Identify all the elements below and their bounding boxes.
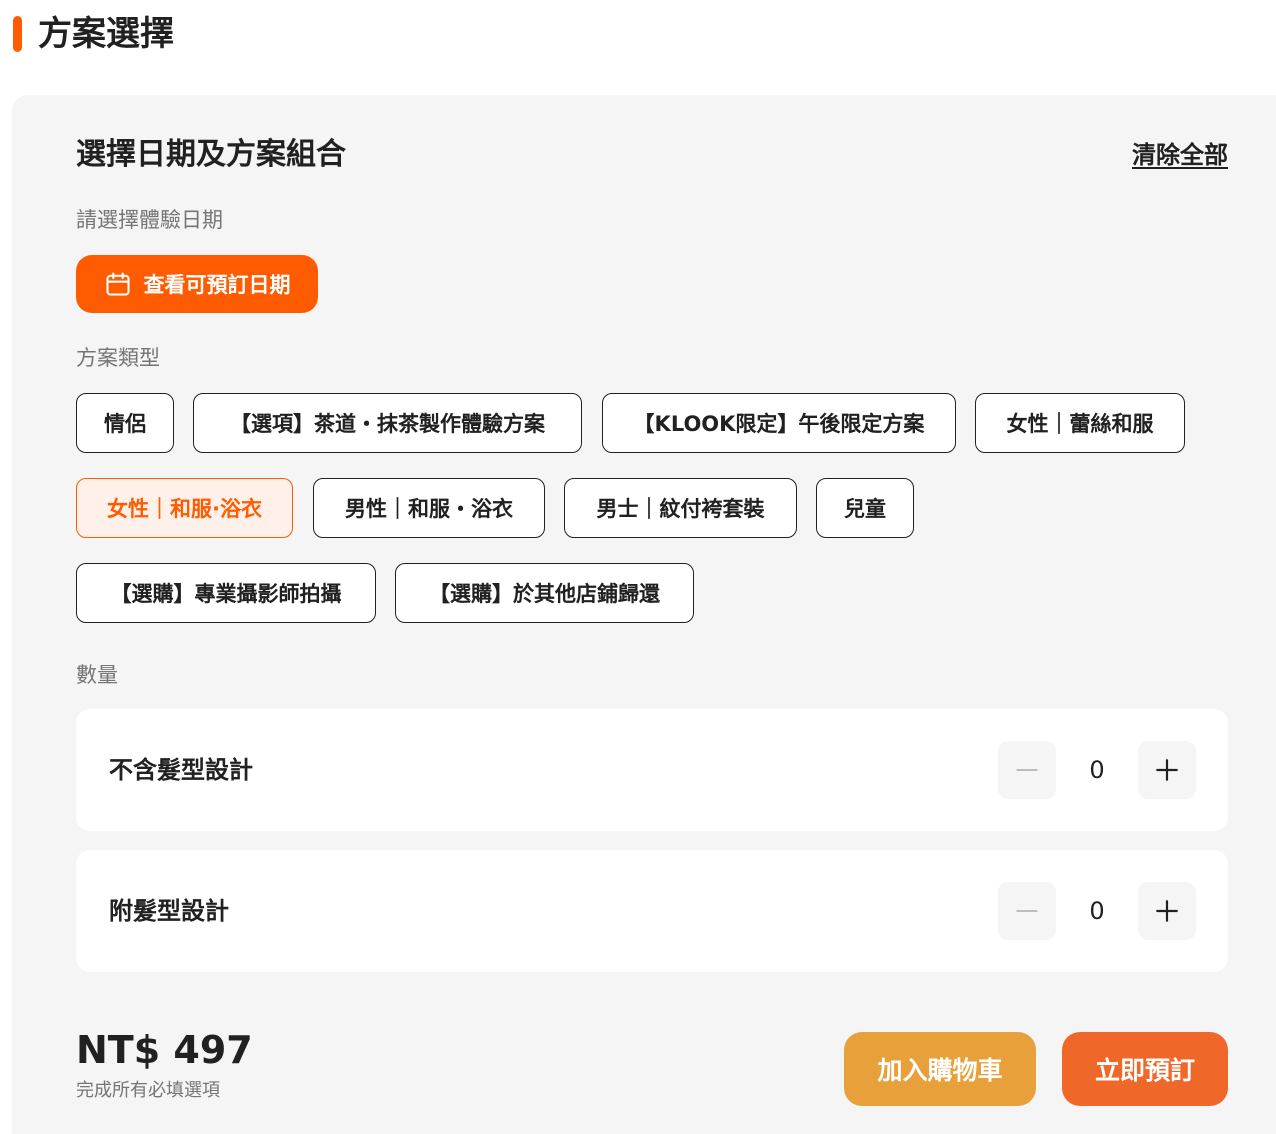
section-header: 方案選擇: [0, 0, 1276, 95]
quantity-item-label: 附髮型設計: [109, 897, 229, 925]
plus-icon: [1156, 759, 1178, 781]
minus-icon: [1016, 769, 1038, 771]
calendar-icon: [105, 272, 130, 296]
quantity-row-no-hairstyle: 不含髮型設計 0: [76, 709, 1228, 831]
price-note: 完成所有必填選項: [76, 1080, 220, 1101]
plus-icon: [1156, 900, 1178, 922]
package-option-klook-afternoon[interactable]: 【KLOOK限定】午後限定方案: [602, 393, 956, 453]
quantity-value: 0: [1089, 756, 1105, 784]
package-type-label: 方案類型: [76, 346, 160, 370]
package-option-men-hakama[interactable]: 男士｜紋付袴套裝: [564, 478, 797, 538]
package-option-women-lace-kimono[interactable]: 女性｜蕾絲和服: [975, 393, 1185, 453]
book-now-button[interactable]: 立即預訂: [1062, 1032, 1228, 1106]
quantity-item-label: 不含髮型設計: [109, 756, 253, 784]
quantity-row-with-hairstyle: 附髮型設計 0: [76, 850, 1228, 972]
package-option-men-kimono-yukata[interactable]: 男性｜和服・浴衣: [313, 478, 545, 538]
panel-title: 選擇日期及方案組合: [76, 137, 346, 172]
decrement-button[interactable]: [998, 882, 1056, 940]
date-label: 請選擇體驗日期: [76, 208, 223, 232]
increment-button[interactable]: [1138, 882, 1196, 940]
increment-button[interactable]: [1138, 741, 1196, 799]
package-selection-panel: 選擇日期及方案組合 清除全部 請選擇體驗日期 查看可預訂日期 方案類型 情侶 【…: [12, 95, 1276, 1134]
minus-icon: [1016, 910, 1038, 912]
total-price: NT$ 497: [76, 1028, 253, 1072]
add-to-cart-button[interactable]: 加入購物車: [844, 1032, 1036, 1106]
quantity-label: 數量: [76, 663, 118, 687]
package-option-photographer[interactable]: 【選購】專業攝影師拍攝: [76, 563, 376, 623]
package-option-tea-ceremony[interactable]: 【選項】茶道・抹茶製作體驗方案: [193, 393, 582, 453]
quantity-value: 0: [1089, 897, 1105, 925]
decrement-button[interactable]: [998, 741, 1056, 799]
package-option-children[interactable]: 兒童: [816, 478, 914, 538]
check-dates-label: 查看可預訂日期: [143, 273, 291, 297]
accent-bar: [13, 16, 22, 52]
package-option-women-kimono-yukata[interactable]: 女性｜和服·浴衣: [76, 478, 293, 538]
clear-all-link[interactable]: 清除全部: [1132, 139, 1228, 171]
check-dates-button[interactable]: 查看可預訂日期: [76, 255, 318, 313]
package-option-couple[interactable]: 情侶: [76, 393, 174, 453]
section-title: 方案選擇: [38, 14, 174, 54]
package-option-return-other-store[interactable]: 【選購】於其他店鋪歸還: [395, 563, 694, 623]
